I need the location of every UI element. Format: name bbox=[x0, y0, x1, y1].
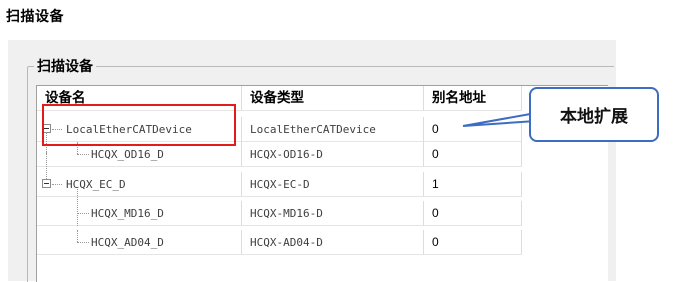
callout-text: 本地扩展 bbox=[560, 107, 628, 127]
callout-annotation: 本地扩展 bbox=[529, 87, 659, 142]
